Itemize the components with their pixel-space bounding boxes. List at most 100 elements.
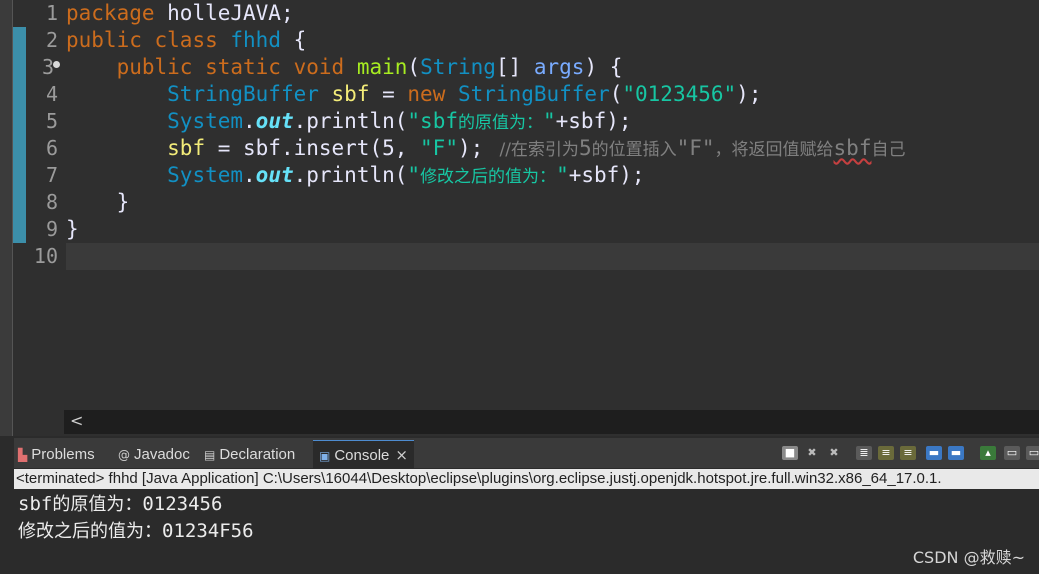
remove-launch-icon[interactable]: ✖ [804,446,820,460]
code-line[interactable]: StringBuffer sbf = new StringBuffer("012… [66,81,1039,108]
comment: 的位置插入 [591,140,677,160]
comment: 自己 [871,140,906,160]
variable-name: sbf [331,82,370,106]
code-text: [] [495,55,534,79]
comment: 5 [578,136,592,160]
code-line[interactable]: public class fhhd { [66,27,1039,54]
variable-name: sbf [167,136,206,160]
line-number: 6 [45,136,58,160]
scroll-left-icon[interactable]: < [70,411,83,430]
code-line[interactable]: sbf = sbf.insert(5, "F"); //在索引为5的位置插入"F… [66,135,1039,162]
output-value: 01234F56 [162,520,254,542]
show-console-on-stderr-icon[interactable]: ▬ [948,446,964,460]
editor-left-strip [0,0,13,436]
comment: //在索引为 [483,140,579,160]
code-text: +sbf); [568,163,645,187]
problems-icon: ▙ [18,448,28,462]
code-text: { [280,28,307,52]
terminate-icon[interactable]: ■ [782,446,798,460]
comment: "F" [676,136,715,160]
parameter-name: args [533,55,585,79]
code-line[interactable]: } [66,189,1039,216]
line-number: 2 [45,28,58,52]
code-text: . [243,163,256,187]
keyword: class [154,28,218,52]
change-ruler-marker [13,54,26,243]
static-field: out [255,109,294,133]
show-console-on-stdout-icon[interactable]: ▬ [926,446,942,460]
terminated-status-line: <terminated> fhhd [Java Application] C:\… [14,469,1039,489]
output-text: 的原值为： [52,494,143,515]
console-output-line: sbf的原值为：0123456 [18,491,222,518]
code-line[interactable]: } [66,216,1039,243]
code-text: = [369,82,408,106]
method-name: main [356,55,408,79]
declaration-icon: ▤ [204,448,216,462]
keyword: package [66,1,155,25]
line-number: 7 [45,163,58,187]
line-number: 8 [45,190,58,214]
code-text: } [116,190,130,214]
code-text: = sbf.insert(5, [205,136,421,160]
code-editor[interactable]: 1 2 3 4 5 6 7 8 9 10 package holleJAVA; … [0,0,1039,436]
code-line[interactable]: public static void main(String[] args) { [66,54,1039,81]
string-literal: " [556,163,569,187]
code-line-current[interactable] [66,243,1039,270]
code-text: ( [407,55,421,79]
type-name: System [167,109,244,133]
code-text: +sbf); [555,109,632,133]
string-literal: "F" [420,136,458,160]
static-field: out [255,163,294,187]
tab-label: Problems [31,446,95,463]
console-tab-bar: ▙ Problems @ Javadoc ▤ Declaration ▣ Console… [14,438,1039,469]
string-literal: "0123456" [622,82,737,106]
code-line[interactable]: package holleJAVA; [66,0,1039,27]
line-number: 9 [45,217,58,241]
tab-console[interactable]: ▣ Console × [313,440,414,469]
line-number: 4 [45,82,58,106]
fold-toggle-icon[interactable] [53,61,60,68]
word-wrap-icon[interactable]: ≡ [900,446,916,460]
class-name: fhhd [230,28,281,52]
scroll-lock-icon[interactable]: ≡ [878,446,894,460]
tab-javadoc[interactable]: @ Javadoc [118,442,190,468]
console-icon: ▣ [319,449,331,463]
console-output-line: 修改之后的值为：01234F56 [18,518,254,545]
output-value: 0123456 [142,493,223,515]
type-name: String [420,55,496,79]
line-number: 3 [41,55,54,79]
type-name: System [167,163,244,187]
display-console-icon[interactable]: ▭ [1004,446,1020,460]
close-tab-icon[interactable]: × [395,446,408,464]
code-line[interactable]: System.out.println("sbf的原值为："+sbf); [66,108,1039,135]
keyword: new [407,82,446,106]
output-text: sbf [18,493,53,515]
pin-console-icon[interactable]: ▴ [980,446,996,460]
string-literal: "sbf [407,109,458,133]
code-text: ); [457,136,484,160]
tab-declaration[interactable]: ▤ Declaration [204,442,295,468]
remove-all-terminated-icon[interactable]: ✖ [826,446,842,460]
comment-spelling-warning: sbf [833,136,872,160]
tab-label: Console [334,447,390,464]
code-text: ) { [584,55,623,79]
horizontal-scrollbar[interactable]: < [64,410,1039,434]
line-number: 1 [45,1,58,25]
tab-problems[interactable]: ▙ Problems [18,442,95,468]
keyword: void [293,55,345,79]
code-text: . [243,109,256,133]
code-text: ); [736,82,762,106]
code-line[interactable]: System.out.println("修改之后的值为："+sbf); [66,162,1039,189]
keyword: public [116,55,193,79]
change-ruler-marker [13,27,26,54]
comment: ，将返回值赋给 [714,140,834,160]
string-literal: 的原值为： [457,113,543,133]
code-text: } [66,217,79,241]
new-console-icon[interactable]: ▭ [1026,446,1039,460]
string-literal: 修改之后的值为： [420,167,557,187]
tab-label: Javadoc [134,446,190,463]
clear-console-icon[interactable]: ≣ [856,446,872,460]
watermark: CSDN @救赎~ [912,548,1025,567]
line-number: 5 [45,109,58,133]
tab-label: Declaration [219,446,296,463]
